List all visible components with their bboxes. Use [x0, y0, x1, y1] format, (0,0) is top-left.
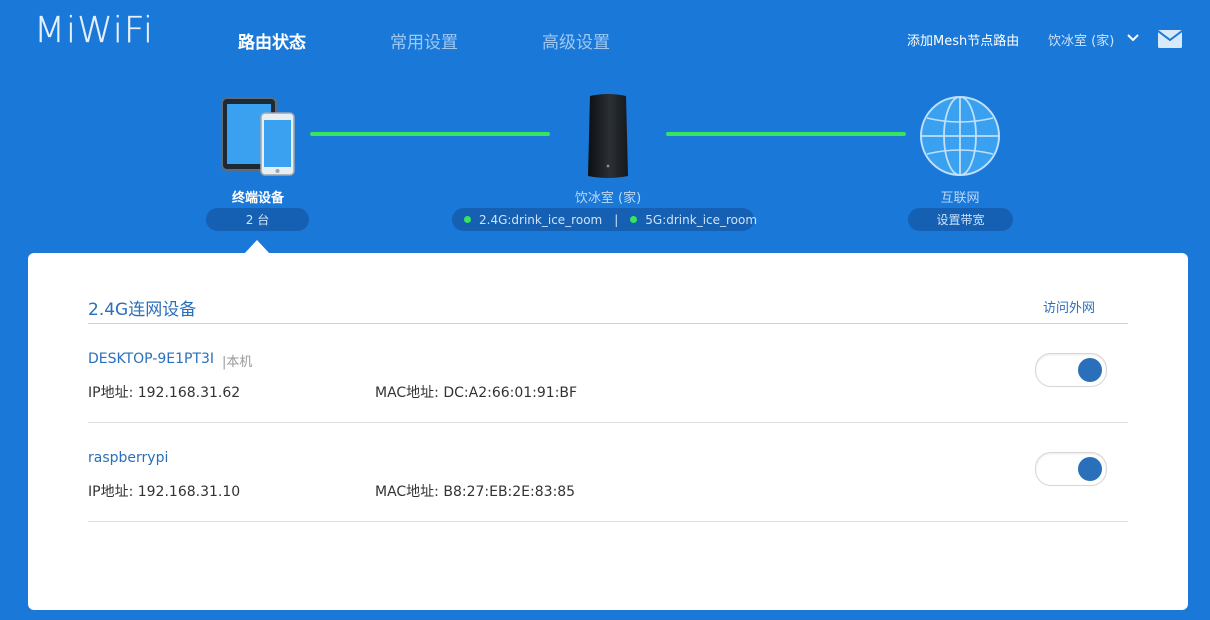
toggle-knob: [1078, 457, 1102, 481]
devices-router-link-line: [310, 132, 550, 136]
ssid-badge: 2.4G:drink_ice_room | 5G:drink_ice_room: [452, 208, 757, 231]
panel-pointer: [244, 240, 270, 254]
device-mac: MAC地址: B8:27:EB:2E:83:85: [375, 484, 576, 500]
this-device-tag: |本机: [222, 355, 253, 370]
panel-title: 2.4G连网设备: [88, 300, 197, 320]
mail-icon[interactable]: [1157, 29, 1183, 49]
add-mesh-node-link[interactable]: 添加Mesh节点路由: [907, 30, 1019, 49]
internet-globe-icon[interactable]: [918, 94, 1002, 178]
ssid-separator: |: [614, 212, 619, 227]
set-bandwidth-button[interactable]: 设置带宽: [908, 208, 1013, 231]
ssid-24g: 2.4G:drink_ice_room: [464, 213, 602, 227]
device-row: DESKTOP-9E1PT3I |本机 IP地址: 192.168.31.62 …: [88, 324, 1128, 423]
miwifi-logo: MiWiFi: [34, 10, 154, 51]
device-name[interactable]: raspberrypi: [88, 450, 168, 466]
device-name[interactable]: DESKTOP-9E1PT3I: [88, 351, 214, 367]
status-dot-icon: [464, 216, 471, 223]
router-label: 饮冰室 (家): [574, 191, 642, 206]
device-ip: IP地址: 192.168.31.62: [88, 385, 241, 401]
tab-router-status[interactable]: 路由状态: [238, 28, 306, 53]
connected-devices-panel: 2.4G连网设备 访问外网 DESKTOP-9E1PT3I |本机 IP地址: …: [28, 253, 1188, 610]
internet-access-toggle[interactable]: [1035, 353, 1107, 387]
tab-advanced-settings[interactable]: 高级设置: [542, 28, 610, 53]
internet-label: 互联网: [940, 191, 980, 206]
device-row: raspberrypi IP地址: 192.168.31.10 MAC地址: B…: [88, 423, 1128, 522]
terminal-devices-icon[interactable]: [220, 95, 298, 177]
device-count-badge: 2 台: [206, 208, 309, 231]
toggle-knob: [1078, 358, 1102, 382]
chevron-down-icon[interactable]: [1126, 33, 1140, 43]
devices-label: 终端设备: [231, 191, 284, 206]
tab-common-settings[interactable]: 常用设置: [390, 28, 458, 53]
device-mac: MAC地址: DC:A2:66:01:91:BF: [375, 385, 578, 401]
device-ip: IP地址: 192.168.31.10: [88, 484, 241, 500]
ssid-24g-text: 2.4G:drink_ice_room: [479, 212, 603, 227]
router-selector[interactable]: 饮冰室 (家): [1048, 30, 1114, 49]
router-icon[interactable]: [584, 92, 632, 182]
internet-access-column-header: 访问外网: [1043, 301, 1096, 316]
status-dot-icon: [630, 216, 638, 223]
ssid-5g-text: 5G:drink_ice_room: [645, 212, 758, 227]
router-internet-link-line: [666, 132, 906, 136]
internet-access-toggle[interactable]: [1035, 452, 1107, 486]
ssid-5g: 5G:drink_ice_room: [630, 213, 757, 227]
